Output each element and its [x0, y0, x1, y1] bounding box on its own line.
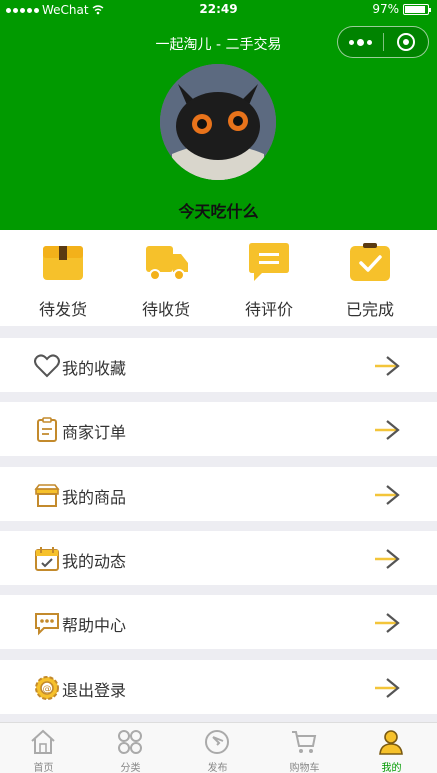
arrow-right-icon [375, 678, 400, 698]
tab-home[interactable]: 首页 [0, 723, 87, 773]
menu-label: 退出登录 [62, 681, 127, 700]
tab-label: 首页 [33, 763, 54, 773]
tab-category[interactable]: 分类 [87, 723, 174, 773]
tab-label: 我的 [381, 763, 402, 773]
tab-cart[interactable]: 购物车 [261, 723, 348, 773]
clipboard-check-icon [350, 243, 390, 281]
category-icon [118, 730, 142, 754]
order-to-ship[interactable]: 待发货 [13, 230, 113, 326]
tab-publish[interactable]: 发布 [174, 723, 261, 773]
arrow-right-icon [375, 613, 400, 633]
comment-icon [249, 243, 289, 281]
tab-me[interactable]: 我的 [348, 723, 435, 773]
order-to-receive[interactable]: 待收货 [116, 230, 216, 326]
more-button[interactable] [338, 27, 383, 57]
clipboard-icon [37, 417, 57, 442]
tab-bar: 首页 分类 发布 购物车 我的 [0, 722, 437, 773]
battery-icon [403, 3, 431, 15]
shop-icon [34, 484, 60, 507]
calendar-icon [35, 547, 59, 571]
arrow-right-icon [375, 356, 400, 376]
arrow-right-icon [375, 485, 400, 505]
menu-label: 我的商品 [62, 488, 127, 507]
order-label: 待发货 [38, 300, 87, 319]
status-bar: WeChat 22:49 97% [0, 0, 437, 20]
svg-text:@: @ [43, 685, 52, 695]
arrow-right-icon [375, 549, 400, 569]
chat-icon [35, 613, 59, 636]
nickname: 今天吃什么 [178, 202, 259, 221]
menu-label: 帮助中心 [62, 616, 127, 635]
heart-icon [34, 354, 60, 378]
publish-icon [205, 730, 229, 754]
menu-item-logout[interactable]: @ 退出登录 [0, 660, 437, 714]
package-icon [43, 246, 83, 280]
battery-percent: 97% [372, 2, 399, 16]
menu-item-merchant-orders[interactable]: 商家订单 [0, 402, 437, 456]
logout-icon: @ [35, 676, 59, 700]
order-status-bar: 待发货 待收货 待评价 已完成 [0, 230, 437, 326]
cart-icon [292, 731, 317, 753]
order-completed[interactable]: 已完成 [320, 230, 420, 326]
user-icon [379, 730, 403, 755]
target-icon [397, 33, 415, 51]
tab-label: 发布 [207, 763, 228, 773]
order-label: 已完成 [345, 300, 394, 319]
home-icon [31, 729, 55, 754]
menu-item-favorites[interactable]: 我的收藏 [0, 338, 437, 392]
menu-label: 商家订单 [62, 423, 127, 442]
profile-header: 一起淘儿 - 二手交易 今天吃什么 [0, 20, 437, 230]
menu-label: 我的收藏 [62, 359, 127, 378]
cat-avatar-image [160, 64, 276, 180]
truck-icon [146, 246, 188, 281]
tab-label: 分类 [120, 763, 141, 773]
order-label: 待收货 [141, 300, 190, 319]
arrow-right-icon [375, 420, 400, 440]
tab-label: 购物车 [289, 763, 320, 773]
menu-item-help-center[interactable]: 帮助中心 [0, 595, 437, 649]
order-label: 待评价 [244, 300, 293, 319]
order-to-review[interactable]: 待评价 [219, 230, 319, 326]
avatar[interactable] [160, 64, 276, 180]
menu-item-my-products[interactable]: 我的商品 [0, 467, 437, 521]
menu-label: 我的动态 [62, 552, 127, 571]
close-button[interactable] [384, 33, 428, 51]
mini-program-capsule [337, 26, 429, 58]
menu-item-my-moments[interactable]: 我的动态 [0, 531, 437, 585]
